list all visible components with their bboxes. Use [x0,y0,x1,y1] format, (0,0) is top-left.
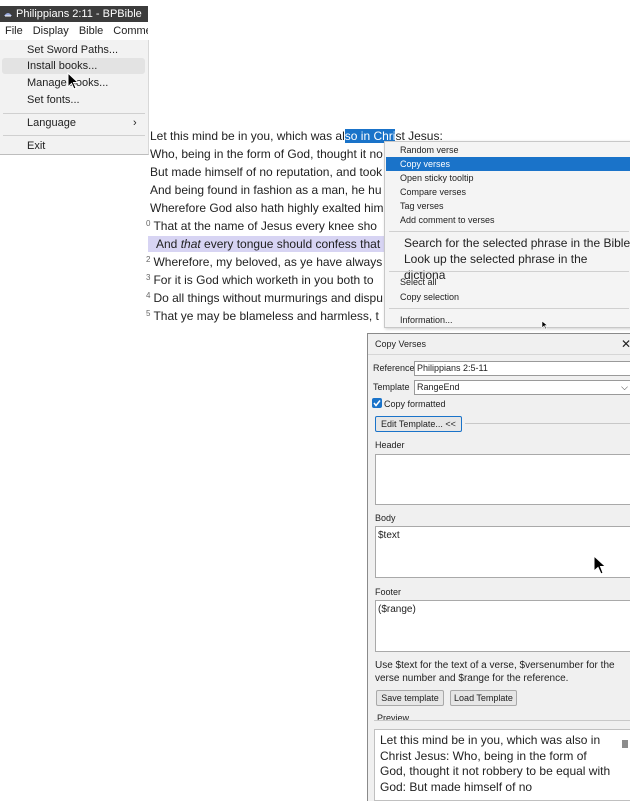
edit-template-button[interactable]: Edit Template... << [375,416,462,432]
copy-formatted-checkbox[interactable] [372,398,382,408]
menu-separator [3,135,145,136]
window-title-bar[interactable]: Philippians 2:11 - BPBible [0,6,148,22]
verse-text: every tongue should confess that [200,237,381,251]
file-menu-dropdown: Set Sword Paths... Install books... Mana… [0,40,149,155]
divider-line [465,423,630,424]
verse-13[interactable]: 3 For it is God which worketh in you both… [146,272,374,290]
body-label: Body [375,513,396,523]
mouse-cursor-icon [593,555,607,575]
verse-7[interactable]: But made himself of no reputation, and t… [150,164,382,180]
menu-item-information[interactable]: Information... [400,313,453,327]
menu-item-search-phrase[interactable]: Search for the selected phrase in the Bi… [404,235,630,251]
scrollbar-thumb[interactable] [622,740,628,748]
verse-15[interactable]: 5 That ye may be blameless and harmless, … [146,308,379,326]
menu-item-compare-verses[interactable]: Compare verses [400,185,466,199]
menu-item-exit[interactable]: Exit [27,138,45,154]
help-text-line-2: verse number and $range for the referenc… [375,673,569,684]
verse-number: 0 [146,219,151,228]
menu-comment[interactable]: Comment [108,25,148,37]
verse-context-menu: Random verse Copy verses Open sticky too… [384,141,630,328]
verse-text: Wherefore, my beloved, as ye have always [153,255,383,269]
footer-label: Footer [375,587,402,597]
verse-number: 4 [146,291,151,300]
header-label: Header [375,440,405,450]
verse-number: 3 [146,273,151,282]
menu-item-lookup-phrase[interactable]: Look up the selected phrase in the dicti… [404,251,630,282]
verse-14[interactable]: 4 Do all things without murmurings and di… [146,290,383,308]
preview-text: Let this mind be in you, which was also … [374,729,630,801]
menu-item-copy-selection[interactable]: Copy selection [400,290,459,304]
bpbible-app-icon [4,13,12,17]
menu-item-language[interactable]: Language [27,115,76,131]
verse-11-highlighted[interactable]: And that every tongue should confess tha… [148,236,384,252]
verse-10[interactable]: 0 That at the name of Jesus every knee sh… [146,218,377,236]
menu-separator [389,308,629,309]
preview-label: Preview [377,713,410,723]
checkmark-icon [373,400,381,407]
window-title: Philippians 2:11 - BPBible [16,8,142,20]
verse-text: Do all things without murmurings and dis… [153,291,383,305]
reference-input[interactable]: Philippians 2:5-11 [414,361,630,376]
verse-text: Let this mind be in you, which was al [150,129,345,143]
verse-8[interactable]: And being found in fashion as a man, he … [150,182,382,198]
dialog-title: Copy Verses [375,339,427,349]
menu-item-random-verse[interactable]: Random verse [400,143,459,157]
menu-separator [389,271,629,272]
copy-verses-dialog: Copy Verses ✕ Reference Philippians 2:5-… [367,333,630,801]
verse-9[interactable]: Wherefore God also hath highly exalted h… [150,200,383,216]
menu-item-add-comment[interactable]: Add comment to verses [400,213,495,227]
copy-formatted-label[interactable]: Copy formatted [384,399,446,409]
chevron-down-icon: ⌵ [621,382,628,392]
body-textarea[interactable]: $text [375,526,630,578]
menu-item-select-all[interactable]: Select all [400,275,437,289]
menu-bar: FileDisplayBibleComment [0,22,148,40]
submenu-chevron-right-icon: › [133,117,137,129]
verse-6[interactable]: Who, being in the form of God, thought i… [150,146,383,162]
dialog-title-bar[interactable]: Copy Verses ✕ [368,334,630,355]
save-template-button[interactable]: Save template [376,690,444,706]
verse-number: 5 [146,309,151,318]
menu-separator [389,231,629,232]
verse-text: And [156,237,181,251]
verse-text: That at the name of Jesus every knee sho [153,219,377,233]
menu-display[interactable]: Display [28,25,74,37]
load-template-button[interactable]: Load Template [450,690,517,706]
reference-label: Reference [373,363,415,373]
verse-text: That ye may be blameless and harmless, t [153,309,379,323]
divider-line [374,720,630,721]
mouse-cursor-icon [67,72,80,90]
template-select-value: RangeEnd [417,382,460,392]
menu-item-tag-verses[interactable]: Tag verses [400,199,444,213]
verse-number: 2 [146,255,151,264]
menu-item-set-sword-paths[interactable]: Set Sword Paths... [27,42,118,58]
template-label: Template [373,382,410,392]
mouse-cursor-icon [541,320,549,330]
menu-item-set-fonts[interactable]: Set fonts... [27,92,80,108]
close-icon[interactable]: ✕ [621,334,630,354]
menu-separator [3,113,145,114]
verse-text: For it is God which worketh in you both … [153,273,374,287]
verse-text-italic: that [180,237,201,251]
verse-12[interactable]: 2 Wherefore, my beloved, as ye have alway… [146,254,382,272]
menu-item-open-sticky-tooltip[interactable]: Open sticky tooltip [400,171,474,185]
template-select[interactable]: RangeEnd ⌵ [414,380,630,395]
menu-file[interactable]: File [0,25,28,37]
menu-bible[interactable]: Bible [74,25,108,37]
menu-item-copy-verses[interactable]: Copy verses [386,157,630,171]
footer-textarea[interactable]: ($range) [375,600,630,652]
help-text-line-1: Use $text for the text of a verse, $vers… [375,660,615,671]
header-textarea[interactable] [375,454,630,505]
